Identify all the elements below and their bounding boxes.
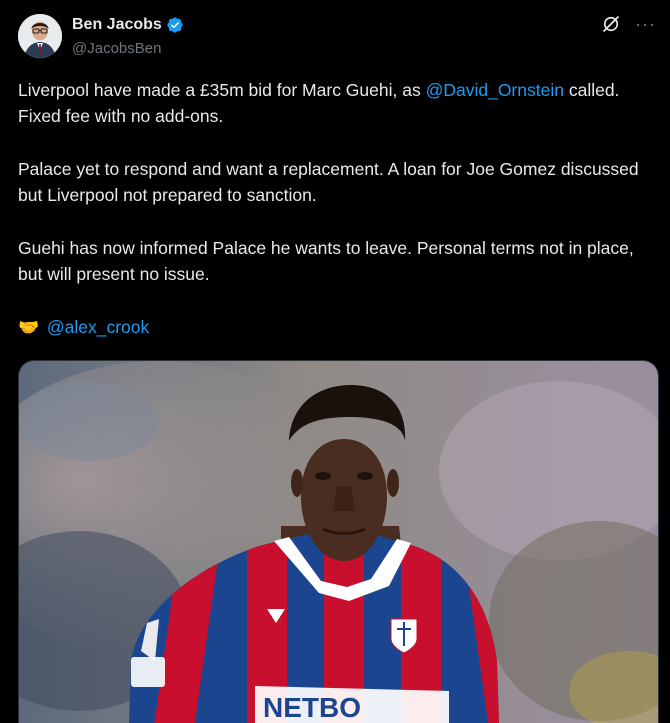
- tweet-text: Liverpool have made a £35m bid for Marc …: [18, 77, 653, 368]
- author-handle[interactable]: @JacobsBen: [72, 40, 161, 57]
- tweet-text-segment: Liverpool have made a £35m bid for Marc …: [18, 80, 426, 100]
- kit-sponsor-text: NETBO: [263, 692, 361, 723]
- mention-link[interactable]: @David_Ornstein: [426, 80, 564, 100]
- handshake-emoji-icon: 🤝: [18, 318, 40, 337]
- verified-badge-icon[interactable]: [166, 16, 184, 34]
- more-options-icon[interactable]: ···: [635, 14, 656, 34]
- tweet-card: Ben Jacobs @JacobsBen ··· Liverpool have…: [0, 0, 670, 723]
- avatar-image: [18, 14, 62, 58]
- tweet-media-photo[interactable]: NETBO: [18, 360, 659, 723]
- player-photo: NETBO: [19, 361, 658, 723]
- tweet-paragraph-1: Liverpool have made a £35m bid for Marc …: [18, 77, 653, 129]
- author-avatar[interactable]: [18, 14, 62, 58]
- tweet-paragraph-2: Palace yet to respond and want a replace…: [18, 159, 639, 205]
- author-display-name[interactable]: Ben Jacobs: [72, 16, 162, 34]
- tweet-paragraph-3: Guehi has now informed Palace he wants t…: [18, 238, 634, 284]
- tweet-paragraph-4: 🤝 @alex_crook: [18, 314, 653, 341]
- tweet-top-actions: ···: [601, 14, 656, 34]
- mention-link[interactable]: @alex_crook: [47, 317, 149, 337]
- grok-icon[interactable]: [601, 14, 621, 34]
- author-name-row: Ben Jacobs: [72, 16, 184, 34]
